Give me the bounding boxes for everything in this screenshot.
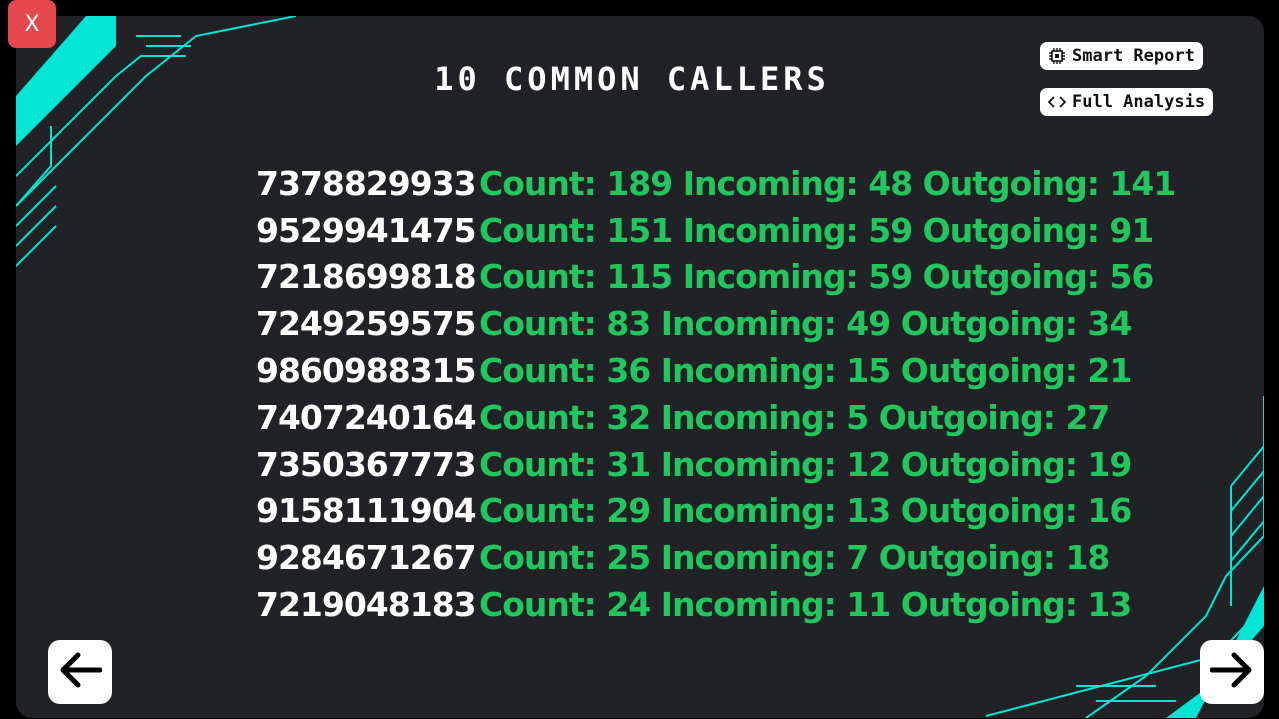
- arrow-right-icon: [1209, 652, 1254, 692]
- incoming-value: Incoming: 11: [660, 585, 891, 625]
- count-value: Count: 24: [479, 585, 651, 625]
- caller-stats: Count: 151 Incoming: 59 Outgoing: 91: [479, 210, 1155, 250]
- caller-stats: Count: 31 Incoming: 12 Outgoing: 19: [479, 444, 1133, 484]
- count-value: Count: 115: [479, 257, 673, 297]
- caller-stats: Count: 25 Incoming: 7 Outgoing: 18: [479, 538, 1111, 578]
- caller-stats: Count: 83 Incoming: 49 Outgoing: 34: [479, 304, 1133, 344]
- outgoing-value: Outgoing: 18: [878, 538, 1111, 578]
- caller-stats: Count: 32 Incoming: 5 Outgoing: 27: [479, 397, 1111, 437]
- caller-number: 9158111904: [256, 491, 477, 531]
- caller-number: 9860988315: [256, 351, 477, 391]
- smart-report-label: Smart Report: [1072, 46, 1195, 66]
- caller-number: 9284671267: [256, 538, 477, 578]
- incoming-value: Incoming: 59: [682, 210, 913, 250]
- list-item: 7249259575 Count: 83 Incoming: 49 Outgoi…: [256, 300, 1175, 347]
- previous-button[interactable]: [48, 640, 112, 704]
- list-item: 9284671267 Count: 25 Incoming: 7 Outgoin…: [256, 534, 1175, 581]
- x-icon: X: [24, 11, 40, 37]
- main-panel: 10 COMMON CALLERS Smart Report Full Anal…: [16, 16, 1264, 718]
- caller-number: 9529941475: [256, 210, 477, 250]
- list-item: 9860988315 Count: 36 Incoming: 15 Outgoi…: [256, 347, 1175, 394]
- caller-number: 7219048183: [256, 585, 477, 625]
- list-item: 7378829933 Count: 189 Incoming: 48 Outgo…: [256, 160, 1177, 207]
- caller-number: 7350367773: [256, 444, 477, 484]
- count-value: Count: 151: [479, 210, 673, 250]
- incoming-value: Incoming: 13: [660, 491, 891, 531]
- incoming-value: Incoming: 5: [660, 397, 869, 437]
- caller-stats: Count: 29 Incoming: 13 Outgoing: 16: [479, 491, 1133, 531]
- incoming-value: Incoming: 59: [682, 257, 913, 297]
- caller-number: 7407240164: [256, 397, 477, 437]
- caller-number: 7218699818: [256, 257, 477, 297]
- count-value: Count: 32: [479, 397, 651, 437]
- count-value: Count: 29: [479, 491, 651, 531]
- full-analysis-button[interactable]: Full Analysis: [1040, 88, 1214, 116]
- outgoing-value: Outgoing: 13: [900, 585, 1133, 625]
- incoming-value: Incoming: 7: [660, 538, 869, 578]
- incoming-value: Incoming: 49: [660, 304, 891, 344]
- list-item: 7407240164 Count: 32 Incoming: 5 Outgoin…: [256, 394, 1175, 441]
- code-icon: [1048, 93, 1066, 111]
- list-item: 7219048183 Count: 24 Incoming: 11 Outgoi…: [256, 581, 1175, 628]
- outgoing-value: Outgoing: 141: [922, 163, 1177, 203]
- outgoing-value: Outgoing: 34: [900, 304, 1133, 344]
- count-value: Count: 189: [479, 163, 673, 203]
- incoming-value: Incoming: 48: [682, 163, 913, 203]
- outgoing-value: Outgoing: 27: [878, 397, 1111, 437]
- count-value: Count: 83: [479, 304, 651, 344]
- outgoing-value: Outgoing: 16: [900, 491, 1133, 531]
- smart-report-button[interactable]: Smart Report: [1040, 42, 1203, 70]
- incoming-value: Incoming: 15: [660, 351, 891, 391]
- close-button[interactable]: X: [8, 0, 56, 48]
- caller-stats: Count: 36 Incoming: 15 Outgoing: 21: [479, 351, 1133, 391]
- list-item: 7218699818 Count: 115 Incoming: 59 Outgo…: [256, 254, 1175, 301]
- count-value: Count: 36: [479, 351, 651, 391]
- caller-number: 7249259575: [256, 304, 477, 344]
- next-button[interactable]: [1200, 640, 1264, 704]
- outgoing-value: Outgoing: 56: [922, 257, 1155, 297]
- caller-number: 7378829933: [256, 163, 477, 203]
- count-value: Count: 25: [479, 538, 651, 578]
- list-item: 9158111904 Count: 29 Incoming: 13 Outgoi…: [256, 488, 1175, 535]
- chip-icon: [1048, 47, 1066, 65]
- arrow-left-icon: [58, 652, 103, 692]
- list-item: 9529941475 Count: 151 Incoming: 59 Outgo…: [256, 207, 1175, 254]
- callers-list: 7378829933 Count: 189 Incoming: 48 Outgo…: [256, 160, 1177, 628]
- outgoing-value: Outgoing: 19: [900, 444, 1133, 484]
- full-analysis-label: Full Analysis: [1072, 92, 1206, 112]
- outgoing-value: Outgoing: 91: [922, 210, 1155, 250]
- incoming-value: Incoming: 12: [660, 444, 891, 484]
- outgoing-value: Outgoing: 21: [900, 351, 1133, 391]
- caller-stats: Count: 24 Incoming: 11 Outgoing: 13: [479, 585, 1133, 625]
- count-value: Count: 31: [479, 444, 651, 484]
- caller-stats: Count: 189 Incoming: 48 Outgoing: 141: [479, 163, 1177, 203]
- caller-stats: Count: 115 Incoming: 59 Outgoing: 56: [479, 257, 1155, 297]
- list-item: 7350367773 Count: 31 Incoming: 12 Outgoi…: [256, 441, 1175, 488]
